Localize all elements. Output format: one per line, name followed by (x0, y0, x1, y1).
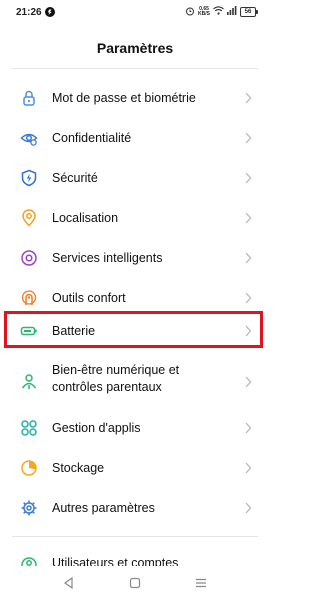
status-time: 21:26 (16, 7, 42, 18)
settings-item-label: Bien-être numérique et contrôles parenta… (52, 363, 180, 394)
signal-icon (227, 6, 237, 18)
settings-item-label: Autres paramètres (52, 501, 155, 515)
settings-item-label: Services intelligents (52, 251, 163, 265)
wellbeing-icon (20, 373, 38, 391)
highlight-box (4, 311, 263, 348)
network-speed: 0,65 KB/S (198, 7, 210, 17)
privacy-eye-icon (20, 129, 38, 147)
chevron-right-icon (244, 422, 252, 434)
home-icon[interactable] (128, 576, 142, 590)
settings-item-label: Stockage (52, 461, 105, 475)
storage-pie-icon (20, 459, 38, 477)
apps-grid-icon (20, 419, 38, 437)
chevron-right-icon (244, 92, 252, 104)
settings-item-location[interactable]: Localisation (0, 198, 270, 238)
notification-app-icon (45, 7, 55, 17)
chevron-right-icon (244, 502, 252, 514)
settings-item-label: Utilisateurs et comptes (52, 556, 179, 566)
location-pin-icon (20, 209, 38, 227)
hand-tools-icon (20, 289, 38, 307)
settings-item-smart-services[interactable]: Services intelligents (0, 238, 270, 278)
status-icons: 0,65 KB/S 56 (185, 6, 258, 19)
settings-item-app-management[interactable]: Gestion d'applis (0, 408, 270, 448)
network-speed-unit: KB/S (198, 11, 210, 17)
status-bar: 21:26 0,65 KB/S 56 (0, 0, 270, 26)
back-icon[interactable] (62, 576, 76, 590)
settings-item-label: Confidentialité (52, 131, 132, 145)
battery-status: 56 (240, 7, 258, 17)
chevron-right-icon (244, 462, 252, 474)
settings-item-digital-wellbeing[interactable]: Bien-être numérique et contrôles parenta… (0, 356, 270, 408)
chevron-right-icon (244, 252, 252, 264)
settings-item-label: Mot de passe et biométrie (52, 91, 196, 105)
shield-bolt-icon (20, 169, 38, 187)
page-title: Paramètres (96, 40, 174, 56)
wifi-icon (213, 6, 224, 18)
recents-icon[interactable] (194, 576, 208, 590)
settings-item-users-accounts[interactable]: Utilisateurs et comptes (0, 548, 270, 566)
section-divider (12, 536, 258, 537)
chevron-right-icon (244, 376, 252, 388)
settings-item-label: Gestion d'applis (52, 421, 141, 435)
settings-item-storage[interactable]: Stockage (0, 448, 270, 488)
header-divider (12, 68, 258, 69)
chevron-right-icon (244, 172, 252, 184)
settings-item-label: Sécurité (52, 171, 98, 185)
settings-item-password-biometrics[interactable]: Mot de passe et biométrie (0, 78, 270, 118)
settings-item-other-settings[interactable]: Autres paramètres (0, 488, 270, 528)
settings-item-label: Outils confort (52, 291, 126, 305)
gear-icon (20, 499, 38, 517)
chevron-right-icon (244, 292, 252, 304)
smart-services-icon (20, 249, 38, 267)
alarm-icon (185, 6, 195, 19)
settings-item-label: Localisation (52, 211, 119, 225)
settings-item-privacy[interactable]: Confidentialité (0, 118, 270, 158)
navigation-bar (0, 566, 270, 600)
chevron-right-icon (244, 212, 252, 224)
lock-icon (20, 89, 38, 107)
user-icon (20, 556, 38, 566)
chevron-right-icon (244, 132, 252, 144)
settings-item-security[interactable]: Sécurité (0, 158, 270, 198)
